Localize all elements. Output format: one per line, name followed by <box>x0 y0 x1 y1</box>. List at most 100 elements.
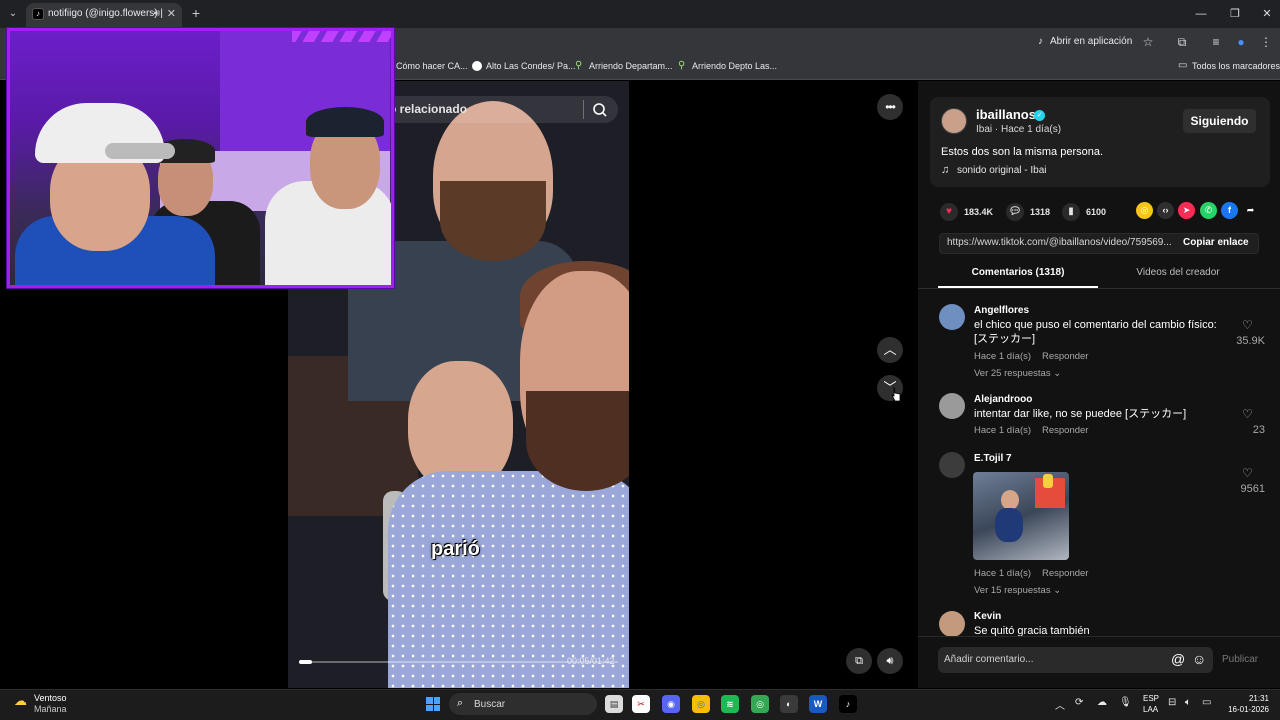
tiktok-app-icon[interactable]: ♪ <box>839 695 857 713</box>
window-close-icon[interactable]: ✕ <box>1250 0 1280 28</box>
publish-button[interactable]: Publicar <box>1222 654 1258 665</box>
mini-player-icon[interactable]: ⧉ <box>846 648 872 674</box>
snipping-tool-icon[interactable]: ✂ <box>632 695 650 713</box>
tab-active-indicator <box>938 286 1098 288</box>
discord-icon[interactable]: ◉ <box>662 695 680 713</box>
comment-avatar[interactable] <box>939 393 965 419</box>
tab-comments[interactable]: Comentarios (1318) <box>938 267 1098 278</box>
chrome-profile-icon[interactable]: ◎ <box>751 695 769 713</box>
copy-link-button[interactable]: Copiar enlace <box>1183 237 1249 248</box>
tab-audio-icon[interactable]: 🔊︎ <box>154 3 160 25</box>
bookmark-item-2[interactable]: Alto Las Condes/ Pa... <box>472 58 576 74</box>
bookmark-item-3[interactable]: ⚲ Arriendo Departam... <box>575 58 673 74</box>
battery-icon[interactable]: ▭ <box>1202 697 1211 708</box>
view-replies-button[interactable]: Ver 25 respuestas ⌄ <box>974 368 1061 379</box>
embed-code-icon[interactable]: ‹› <box>1157 202 1174 219</box>
weather-condition[interactable]: Ventoso <box>34 693 67 703</box>
comment-input-placeholder[interactable]: Añadir comentario... <box>944 654 1034 665</box>
share-arrow-icon[interactable]: ➦ <box>1242 202 1259 219</box>
comment-like-count: 23 <box>1252 424 1265 436</box>
comment-time: Hace 1 día(s) <box>974 568 1032 579</box>
comment-button[interactable]: 💬︎ 1318 <box>1006 203 1050 221</box>
input-language[interactable]: ESP <box>1143 694 1159 703</box>
browser-menu-icon[interactable]: ⋮ <box>1258 34 1274 50</box>
open-in-app-button[interactable]: Abrir en aplicación <box>1036 33 1132 51</box>
author-name[interactable]: ibaillanos <box>976 107 1036 122</box>
mention-icon[interactable]: @ <box>1171 651 1185 667</box>
weather-icon[interactable]: ☁ <box>14 693 30 709</box>
comment-avatar[interactable] <box>939 611 965 637</box>
input-layout[interactable]: LAA <box>1143 705 1158 714</box>
new-tab-button[interactable]: + <box>188 4 204 22</box>
comment-avatar[interactable] <box>939 452 965 478</box>
task-view-icon[interactable]: ▤ <box>605 695 623 713</box>
facebook-icon[interactable]: f <box>1221 202 1238 219</box>
sound-link[interactable]: sonido original - Ibai <box>941 164 1047 176</box>
onedrive-icon[interactable]: ☁ <box>1097 697 1107 708</box>
author-avatar[interactable] <box>941 108 967 134</box>
share-coin-icon[interactable]: ◎ <box>1136 202 1153 219</box>
image-person-head <box>1001 490 1019 510</box>
bookmark-item-4[interactable]: ⚲ Arriendo Depto Las... <box>678 58 777 74</box>
comment-like-icon[interactable]: ♡ <box>1242 318 1253 332</box>
taskbar-search-text[interactable]: Buscar <box>474 699 505 710</box>
comment-author[interactable]: Kevin <box>974 611 1001 622</box>
weather-forecast[interactable]: Mañana <box>34 704 67 714</box>
more-options-icon[interactable]: ••• <box>877 94 903 120</box>
whatsapp-icon[interactable]: ✆ <box>1200 202 1217 219</box>
webcam-person-cap <box>306 107 384 137</box>
windows-start-icon[interactable] <box>426 697 440 711</box>
all-bookmarks[interactable]: ▭ Todos los marcadores <box>1178 58 1280 74</box>
like-button[interactable]: ♥ 183.4K <box>940 203 993 221</box>
minimize-icon[interactable]: — <box>1184 0 1218 28</box>
comment-reply-button[interactable]: Responder <box>1042 425 1088 436</box>
restore-icon[interactable]: ❐ <box>1218 0 1252 28</box>
github-icon[interactable]: ◐ <box>780 695 798 713</box>
tab-close-icon[interactable]: ✕ <box>167 3 176 25</box>
profile-icon[interactable]: ● <box>1233 34 1249 50</box>
following-button[interactable]: Siguiendo <box>1183 109 1256 133</box>
volume-icon[interactable]: 🔊︎ <box>877 648 903 674</box>
microphone-icon[interactable]: 🎙︎ <box>1119 697 1132 708</box>
network-icon[interactable]: ⊟ <box>1168 697 1176 708</box>
comment-like-icon[interactable]: ♡ <box>1242 407 1253 421</box>
spotify-icon[interactable]: ≋ <box>721 695 739 713</box>
heart-icon: ♥ <box>940 203 958 221</box>
sync-icon[interactable]: ⟳ <box>1075 697 1083 708</box>
clock-time[interactable]: 21:31 <box>1227 694 1269 703</box>
comment-sticker-image[interactable] <box>973 472 1069 560</box>
emoji-icon[interactable]: ☺ <box>1192 651 1206 667</box>
tray-overflow-icon[interactable]: ︿ <box>1055 697 1065 712</box>
comment-like-count: 35.9K <box>1236 335 1265 347</box>
browser-tab-active[interactable]: ♪ notifiigo (@inigo.flowers) | 🔊︎ ✕ <box>26 3 182 28</box>
bookmark-item-1[interactable]: Cómo hacer CA... <box>396 58 468 74</box>
search-icon[interactable] <box>590 100 610 120</box>
comment-author[interactable]: E.Tojil 7 <box>974 453 1012 464</box>
extensions-icon[interactable]: ⧉ <box>1174 34 1190 50</box>
comment-like-icon[interactable]: ♡ <box>1242 466 1253 480</box>
view-replies-button[interactable]: Ver 15 respuestas ⌄ <box>974 585 1061 596</box>
taskbar-search[interactable] <box>449 693 597 715</box>
video-url[interactable]: https://www.tiktok.com/@ibaillanos/video… <box>947 237 1173 248</box>
favorite-button[interactable]: ▮ 6100 <box>1062 203 1106 221</box>
comment-author[interactable]: Alejandrooo <box>974 394 1032 405</box>
send-to-friends-icon[interactable]: ➤ <box>1178 202 1195 219</box>
chrome-icon[interactable]: ◎ <box>692 695 710 713</box>
bookmark-favicon-icon <box>472 61 482 71</box>
comment-avatar[interactable] <box>939 304 965 330</box>
tab-title: notifiigo (@inigo.flowers) | <box>48 8 164 19</box>
comment-author[interactable]: Angelflores <box>974 305 1029 316</box>
previous-video-icon[interactable]: ︿ <box>877 337 903 363</box>
clock-date[interactable]: 16-01-2026 <box>1227 705 1269 714</box>
related-search-text[interactable]: o relacionado <box>389 101 467 117</box>
comment-icon: 💬︎ <box>1006 203 1024 221</box>
word-icon[interactable]: W <box>809 695 827 713</box>
tab-creator-videos[interactable]: Videos del creador <box>1098 267 1258 278</box>
tab-search-dropdown-icon[interactable]: ⌄ <box>4 5 22 23</box>
speaker-icon[interactable]: 🔈︎ <box>1185 697 1191 708</box>
video-progress-fill[interactable] <box>299 660 312 664</box>
media-controls-icon[interactable]: ≡ <box>1208 34 1224 50</box>
comment-reply-button[interactable]: Responder <box>1042 351 1088 362</box>
star-bookmark-icon[interactable]: ☆ <box>1140 34 1156 50</box>
comment-reply-button[interactable]: Responder <box>1042 568 1088 579</box>
